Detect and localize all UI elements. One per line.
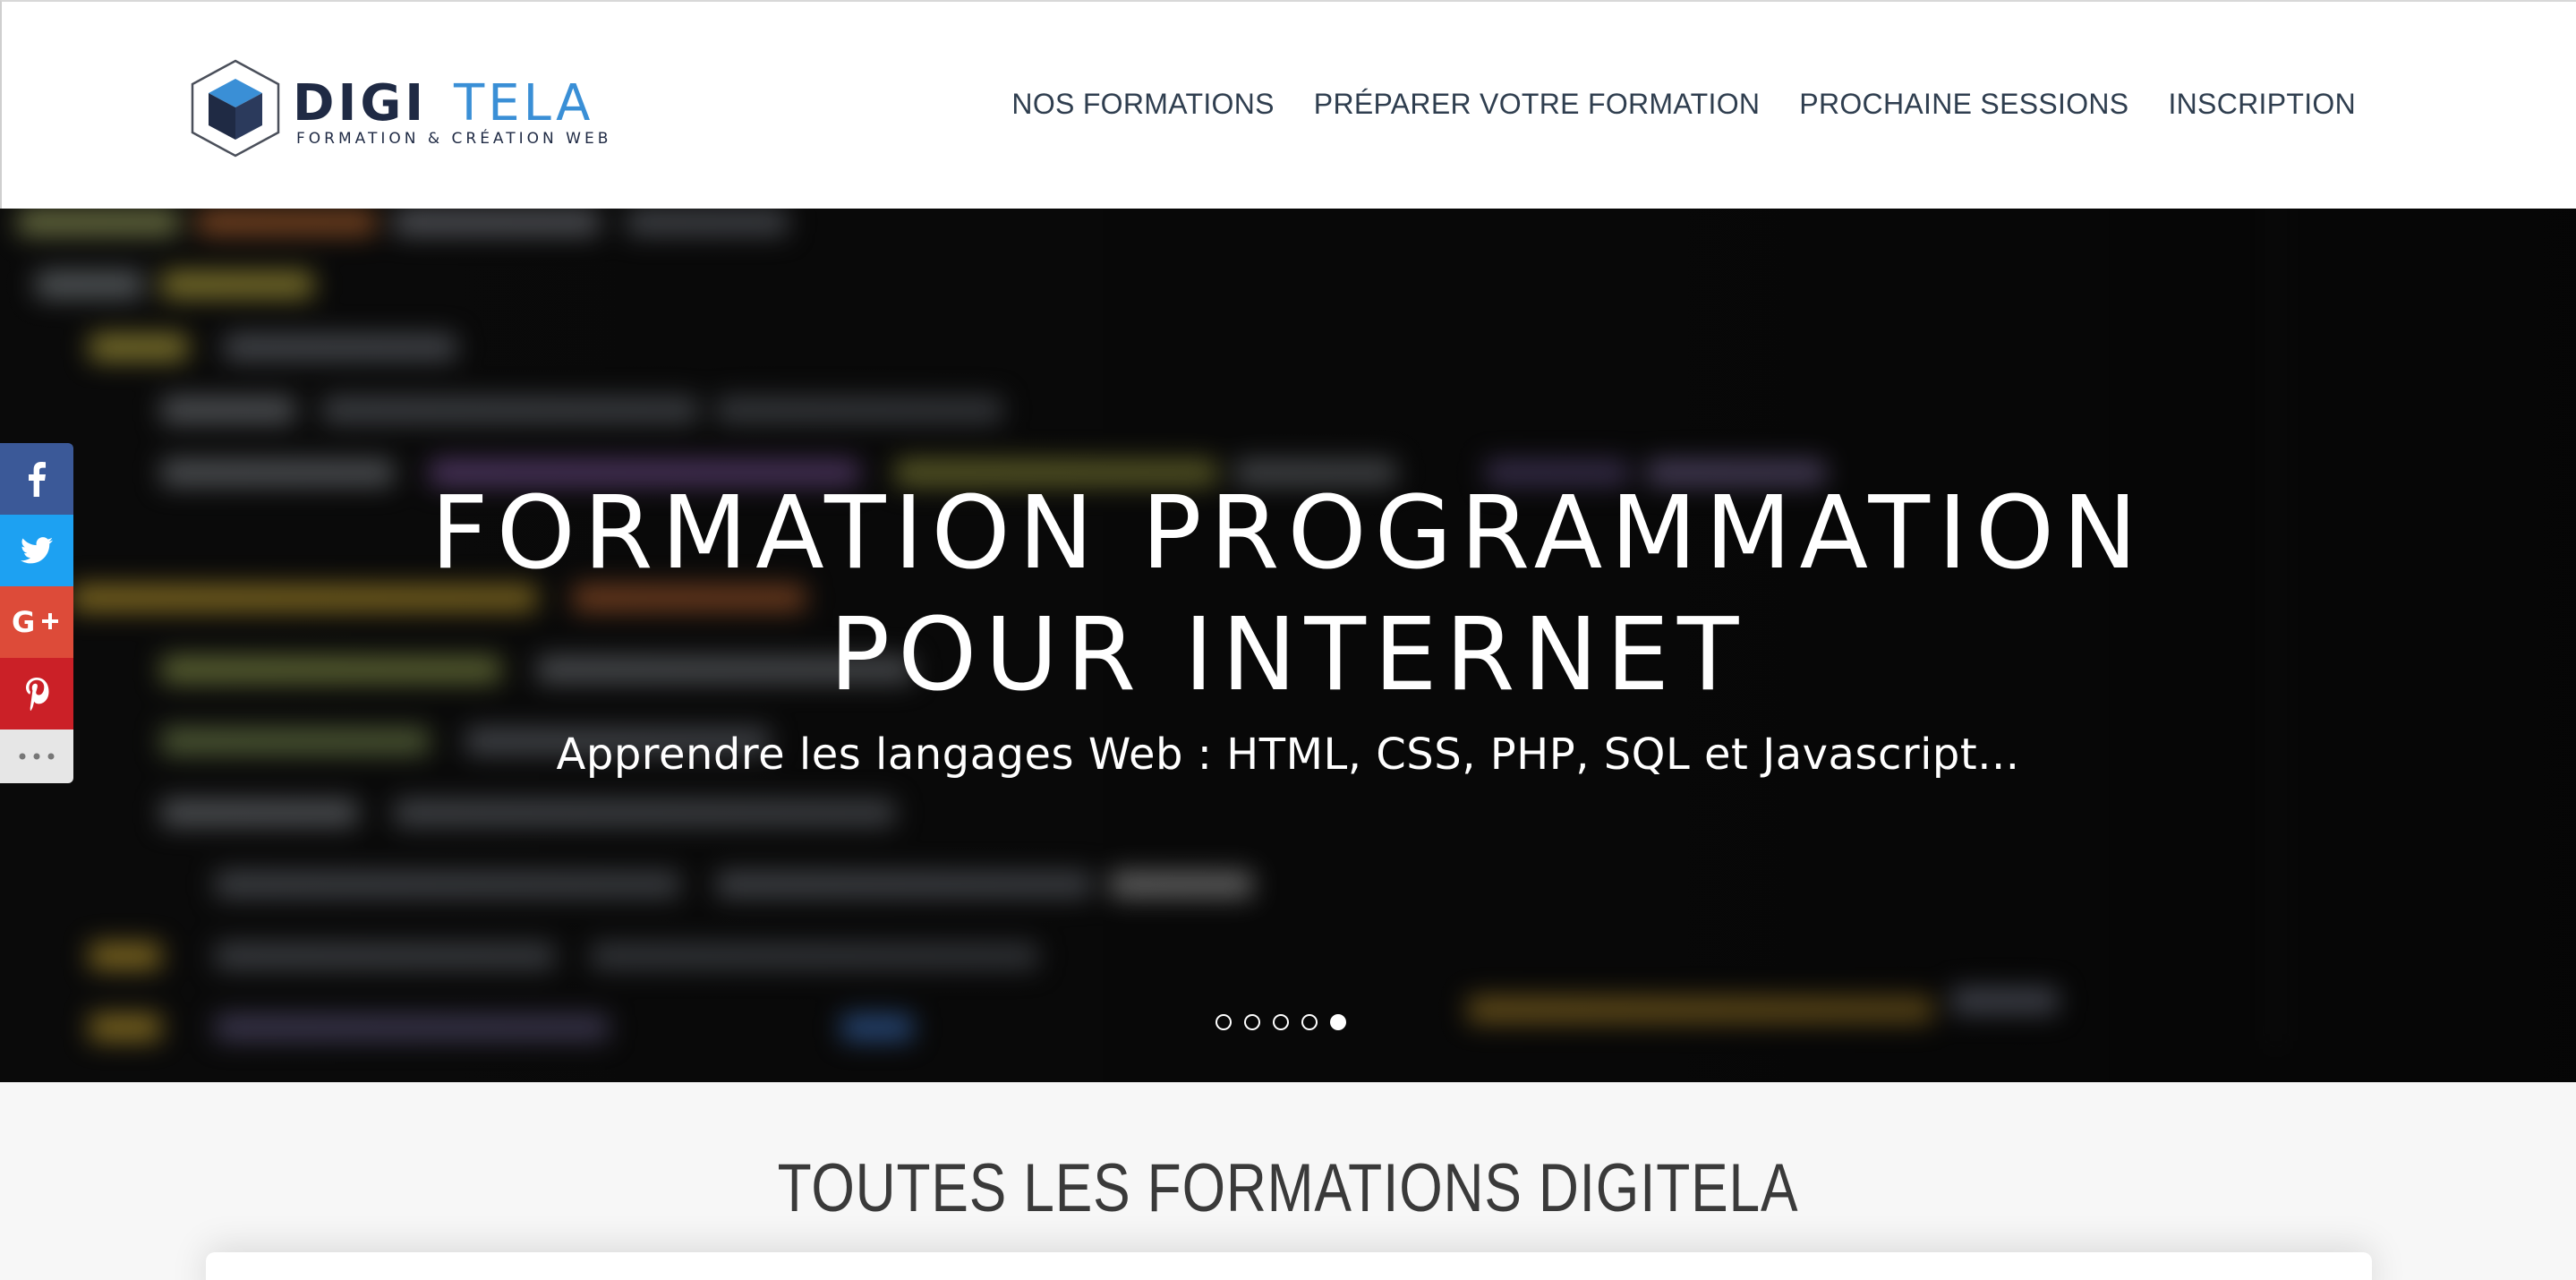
svg-text:G: G [12, 607, 35, 637]
pinterest-icon [24, 677, 49, 711]
slider-dot-5-active[interactable] [1330, 1014, 1346, 1030]
share-facebook-button[interactable] [0, 443, 73, 515]
logo-name-accent: TELA [453, 74, 593, 132]
main-nav: NOS FORMATIONS PRÉPARER VOTRE FORMATION … [1011, 88, 2356, 121]
twitter-icon [21, 537, 53, 564]
social-share-bar: G [0, 443, 73, 783]
page: DIGI TELA FORMATION & CRÉATION WEB NOS F… [0, 0, 2576, 1280]
site-logo[interactable]: DIGI TELA FORMATION & CRÉATION WEB [185, 57, 660, 158]
share-more-button[interactable] [0, 730, 73, 783]
formations-section: TOUTES LES FORMATIONS DIGITELA [0, 1082, 2576, 1280]
slider-dot-1[interactable] [1215, 1014, 1232, 1030]
formations-card-top-edge [206, 1252, 2372, 1280]
slider-dot-3[interactable] [1273, 1014, 1289, 1030]
slider-dot-2[interactable] [1244, 1014, 1260, 1030]
nav-prochaine-sessions[interactable]: PROCHAINE SESSIONS [1799, 88, 2128, 121]
logo-name-dark: DIGI [293, 74, 427, 132]
facebook-icon [27, 461, 47, 497]
share-twitter-button[interactable] [0, 515, 73, 586]
site-header: DIGI TELA FORMATION & CRÉATION WEB NOS F… [0, 0, 2576, 209]
nav-inscription[interactable]: INSCRIPTION [2168, 88, 2356, 121]
hero-subtitle: Apprendre les langages Web : HTML, CSS, … [556, 730, 2020, 780]
hero-title-text: FORMATION PROGRAMMATION POUR INTERNET [431, 475, 2145, 713]
slider-dot-4[interactable] [1301, 1014, 1318, 1030]
more-dots-icon [19, 753, 55, 760]
slider-pagination [1215, 1014, 1346, 1030]
share-pinterest-button[interactable] [0, 658, 73, 730]
share-google-plus-button[interactable]: G [0, 586, 73, 658]
nav-preparer-formation[interactable]: PRÉPARER VOTRE FORMATION [1314, 88, 1761, 121]
hero-title: FORMATION PROGRAMMATION POUR INTERNET [0, 473, 2576, 716]
nav-nos-formations[interactable]: NOS FORMATIONS [1011, 88, 1274, 121]
google-plus-icon: G [12, 607, 62, 637]
section-title: TOUTES LES FORMATIONS DIGITELA [777, 1150, 1799, 1226]
logo-tagline: FORMATION & CRÉATION WEB [296, 128, 611, 148]
hero-slider: FORMATION PROGRAMMATION POUR INTERNET Ap… [0, 209, 2576, 1082]
